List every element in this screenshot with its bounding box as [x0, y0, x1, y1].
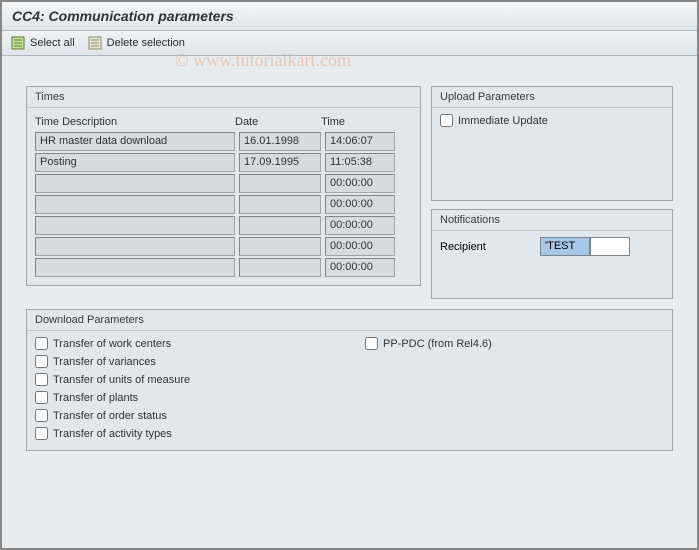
recipient-input[interactable]: 'TEST: [540, 237, 590, 256]
notifications-group: Notifications Recipient 'TEST: [431, 209, 673, 299]
time-date-field[interactable]: [239, 195, 321, 214]
select-all-label: Select all: [30, 37, 75, 49]
checkbox-label: Transfer of activity types: [53, 428, 172, 440]
checkbox-label: PP-PDC (from Rel4.6): [383, 338, 492, 350]
recipient-input-extra[interactable]: [590, 237, 630, 256]
select-all-button[interactable]: Select all: [10, 35, 75, 51]
time-time-field[interactable]: 00:00:00: [325, 195, 395, 214]
table-row: 00:00:00: [35, 174, 412, 193]
checkbox-label: Transfer of units of measure: [53, 374, 190, 386]
download-group: Download Parameters Transfer of work cen…: [26, 309, 673, 451]
recipient-label: Recipient: [440, 241, 530, 253]
time-date-field[interactable]: [239, 216, 321, 235]
table-row: 00:00:00: [35, 237, 412, 256]
transfer-activity-types-checkbox[interactable]: [35, 427, 48, 440]
times-header-row: Time Description Date Time: [35, 114, 412, 132]
time-date-field[interactable]: [239, 237, 321, 256]
time-time-field[interactable]: 11:05:38: [325, 153, 395, 172]
table-row: 00:00:00: [35, 195, 412, 214]
time-date-field[interactable]: 16.01.1998: [239, 132, 321, 151]
time-time-field[interactable]: 00:00:00: [325, 237, 395, 256]
time-desc-field[interactable]: [35, 258, 235, 277]
transfer-plants-checkbox[interactable]: [35, 391, 48, 404]
transfer-order-status-checkbox[interactable]: [35, 409, 48, 422]
pp-pdc-checkbox[interactable]: [365, 337, 378, 350]
delete-selection-icon: [87, 35, 103, 51]
col-header-time: Time: [321, 116, 396, 128]
checkbox-label: Transfer of order status: [53, 410, 167, 422]
checkbox-label: Transfer of variances: [53, 356, 156, 368]
time-desc-field[interactable]: [35, 195, 235, 214]
time-time-field[interactable]: 00:00:00: [325, 216, 395, 235]
time-desc-field[interactable]: [35, 216, 235, 235]
delete-selection-label: Delete selection: [107, 37, 185, 49]
time-time-field[interactable]: 00:00:00: [325, 174, 395, 193]
time-desc-field[interactable]: Posting: [35, 153, 235, 172]
time-date-field[interactable]: 17.09.1995: [239, 153, 321, 172]
app-window: CC4: Communication parameters Select all: [0, 0, 699, 550]
time-desc-field[interactable]: HR master data download: [35, 132, 235, 151]
upload-group: Upload Parameters Immediate Update: [431, 86, 673, 201]
table-row: 00:00:00: [35, 258, 412, 277]
times-title: Times: [27, 87, 420, 108]
time-date-field[interactable]: [239, 258, 321, 277]
table-row: Posting 17.09.1995 11:05:38: [35, 153, 412, 172]
time-desc-field[interactable]: [35, 237, 235, 256]
col-header-date: Date: [235, 116, 321, 128]
checkbox-label: Transfer of work centers: [53, 338, 171, 350]
page-title: CC4: Communication parameters: [2, 2, 697, 31]
table-row: 00:00:00: [35, 216, 412, 235]
time-time-field[interactable]: 00:00:00: [325, 258, 395, 277]
transfer-units-checkbox[interactable]: [35, 373, 48, 386]
upload-title: Upload Parameters: [432, 87, 672, 108]
content-area: Times Time Description Date Time HR mast…: [2, 56, 697, 467]
select-all-icon: [10, 35, 26, 51]
time-desc-field[interactable]: [35, 174, 235, 193]
table-row: HR master data download 16.01.1998 14:06…: [35, 132, 412, 151]
download-title: Download Parameters: [27, 310, 672, 331]
time-time-field[interactable]: 14:06:07: [325, 132, 395, 151]
transfer-variances-checkbox[interactable]: [35, 355, 48, 368]
notifications-title: Notifications: [432, 210, 672, 231]
time-date-field[interactable]: [239, 174, 321, 193]
immediate-update-label: Immediate Update: [458, 115, 548, 127]
delete-selection-button[interactable]: Delete selection: [87, 35, 185, 51]
toolbar: Select all Delete selection: [2, 31, 697, 56]
transfer-work-centers-checkbox[interactable]: [35, 337, 48, 350]
checkbox-label: Transfer of plants: [53, 392, 138, 404]
times-group: Times Time Description Date Time HR mast…: [26, 86, 421, 286]
col-header-desc: Time Description: [35, 116, 235, 128]
immediate-update-checkbox[interactable]: [440, 114, 453, 127]
